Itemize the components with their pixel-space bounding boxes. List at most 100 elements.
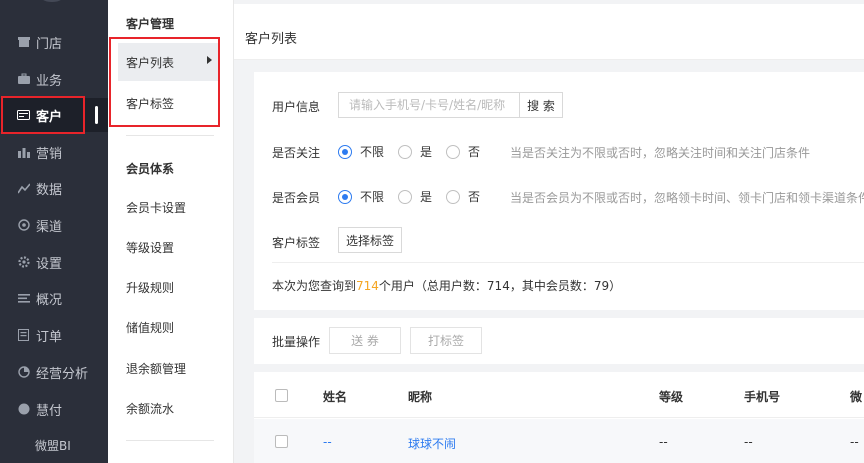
nav-item-pay[interactable]: 慧付 [0,392,108,426]
sub-item-label: 退余额管理 [126,361,187,376]
result-suffix: 个用户（总用户数：714，其中会员数：79） [378,279,622,293]
main-nav: 门店 业务 客户 营销 数据 渠道 设置 概况 订单 经营分析 慧付 微盟BI [0,0,108,463]
nav-item-label: 数据 [36,182,63,198]
member-label: 是否会员 [272,191,321,205]
radio-label: 否 [468,190,481,204]
nav-item-orders[interactable]: 订单 [0,318,108,352]
page-title: 客户列表 [245,32,298,47]
sub-group-title: 会员体系 [126,162,175,176]
follow-radio-no[interactable]: 否 [446,143,480,160]
nav-item-label: 订单 [36,329,63,345]
search-input[interactable] [338,92,520,118]
pay-icon [17,403,30,416]
member-radio-any[interactable]: 不限 [338,188,384,205]
divider [272,262,864,263]
user-info-label: 用户信息 [272,100,321,114]
row-checkbox[interactable] [275,435,288,448]
divider [126,135,214,136]
nav-item-label: 微盟BI [35,438,71,453]
nav-item-settings[interactable]: 设置 [0,245,108,279]
channel-icon [17,219,30,232]
member-radio-no[interactable]: 否 [446,188,480,205]
search-button[interactable]: 搜 索 [519,92,563,118]
title-bar: 客户列表 [234,4,864,60]
nav-item-data[interactable]: 数据 [0,171,108,205]
column-header-extra: 微 [850,390,863,404]
nav-item-bi[interactable]: 微盟BI [0,428,108,462]
follow-label: 是否关注 [272,146,321,160]
cell-phone: -- [744,435,753,449]
sub-item-label: 等级设置 [126,240,175,255]
trend-icon [17,182,30,195]
follow-radio-yes[interactable]: 是 [398,143,432,160]
nav-item-overview[interactable]: 概况 [0,281,108,315]
nav-item-business[interactable]: 业务 [0,62,108,96]
gear-icon [17,256,30,269]
nav-item-label: 设置 [36,256,63,272]
radio-label: 是 [420,145,433,159]
sub-item-deposit-rules[interactable]: 储值规则 [118,308,218,346]
nav-item-label: 概况 [36,292,63,308]
sub-item-refund-balance[interactable]: 退余额管理 [118,349,218,387]
tag-button[interactable]: 打标签 [410,327,482,354]
briefcase-icon [17,73,30,86]
radio-circle [398,189,412,204]
bar-chart-icon [17,146,30,159]
batch-label: 批量操作 [272,335,321,349]
divider [126,440,214,441]
analysis-icon [17,366,30,379]
filter-panel: 用户信息 搜 索 是否关注 不限 是 否 当是否关注为不限或否时，忽略关注时间和… [254,72,864,310]
column-header-phone: 手机号 [744,390,781,404]
send-coupon-button[interactable]: 送 券 [329,327,401,354]
tag-label: 客户标签 [272,236,321,250]
nav-item-channel[interactable]: 渠道 [0,208,108,242]
follow-hint: 当是否关注为不限或否时，忽略关注时间和关注门店条件 [510,146,811,160]
sub-group-title: 客户管理 [126,17,175,31]
radio-circle [446,189,460,204]
member-radio-yes[interactable]: 是 [398,188,432,205]
select-tag-button[interactable]: 选择标签 [338,227,402,253]
sub-item-level-settings[interactable]: 等级设置 [118,228,218,266]
result-prefix: 本次为您查询到 [272,279,357,293]
logo-partial [41,0,63,2]
cell-nickname[interactable]: 球球不闹 [408,435,456,452]
result-count: 714 [356,279,379,293]
store-icon [17,36,30,49]
radio-circle [338,189,352,204]
table-header: 姓名 昵称 等级 手机号 微 [254,372,864,418]
highlight-box [109,37,220,127]
nav-item-label: 门店 [36,36,63,52]
select-all-checkbox[interactable] [275,389,288,402]
sub-item-balance-flow[interactable]: 余额流水 [118,389,218,427]
member-hint: 当是否会员为不限或否时，忽略领卡时间、领卡门店和领卡渠道条件 [510,191,864,205]
column-header-name: 姓名 [323,390,348,404]
follow-radio-any[interactable]: 不限 [338,143,384,160]
result-summary: 本次为您查询到714个用户（总用户数：714，其中会员数：79） [272,277,621,294]
nav-item-label: 慧付 [36,403,63,419]
cell-name[interactable]: -- [323,435,332,449]
column-header-nickname: 昵称 [408,390,433,404]
nav-item-label: 营销 [36,146,63,162]
nav-item-marketing[interactable]: 营销 [0,135,108,169]
order-icon [17,329,30,342]
customer-table: 姓名 昵称 等级 手机号 微 -- 球球不闹 -- -- -- [254,372,864,463]
cell-level: -- [659,435,668,449]
list-icon [17,292,30,305]
radio-circle [338,144,352,159]
radio-label: 不限 [360,145,385,159]
nav-item-label: 渠道 [36,219,63,235]
table-row[interactable]: -- 球球不闹 -- -- -- [254,419,864,463]
sub-item-label: 储值规则 [126,320,175,335]
radio-label: 是 [420,190,433,204]
radio-circle [446,144,460,159]
radio-label: 否 [468,145,481,159]
nav-item-store[interactable]: 门店 [0,25,108,59]
radio-circle [398,144,412,159]
sub-item-card-settings[interactable]: 会员卡设置 [118,188,218,226]
nav-item-label: 业务 [36,73,63,89]
sub-item-label: 余额流水 [126,401,175,416]
nav-item-analysis[interactable]: 经营分析 [0,355,108,389]
sub-item-upgrade-rules[interactable]: 升级规则 [118,268,218,306]
radio-label: 不限 [360,190,385,204]
column-header-level: 等级 [659,390,684,404]
